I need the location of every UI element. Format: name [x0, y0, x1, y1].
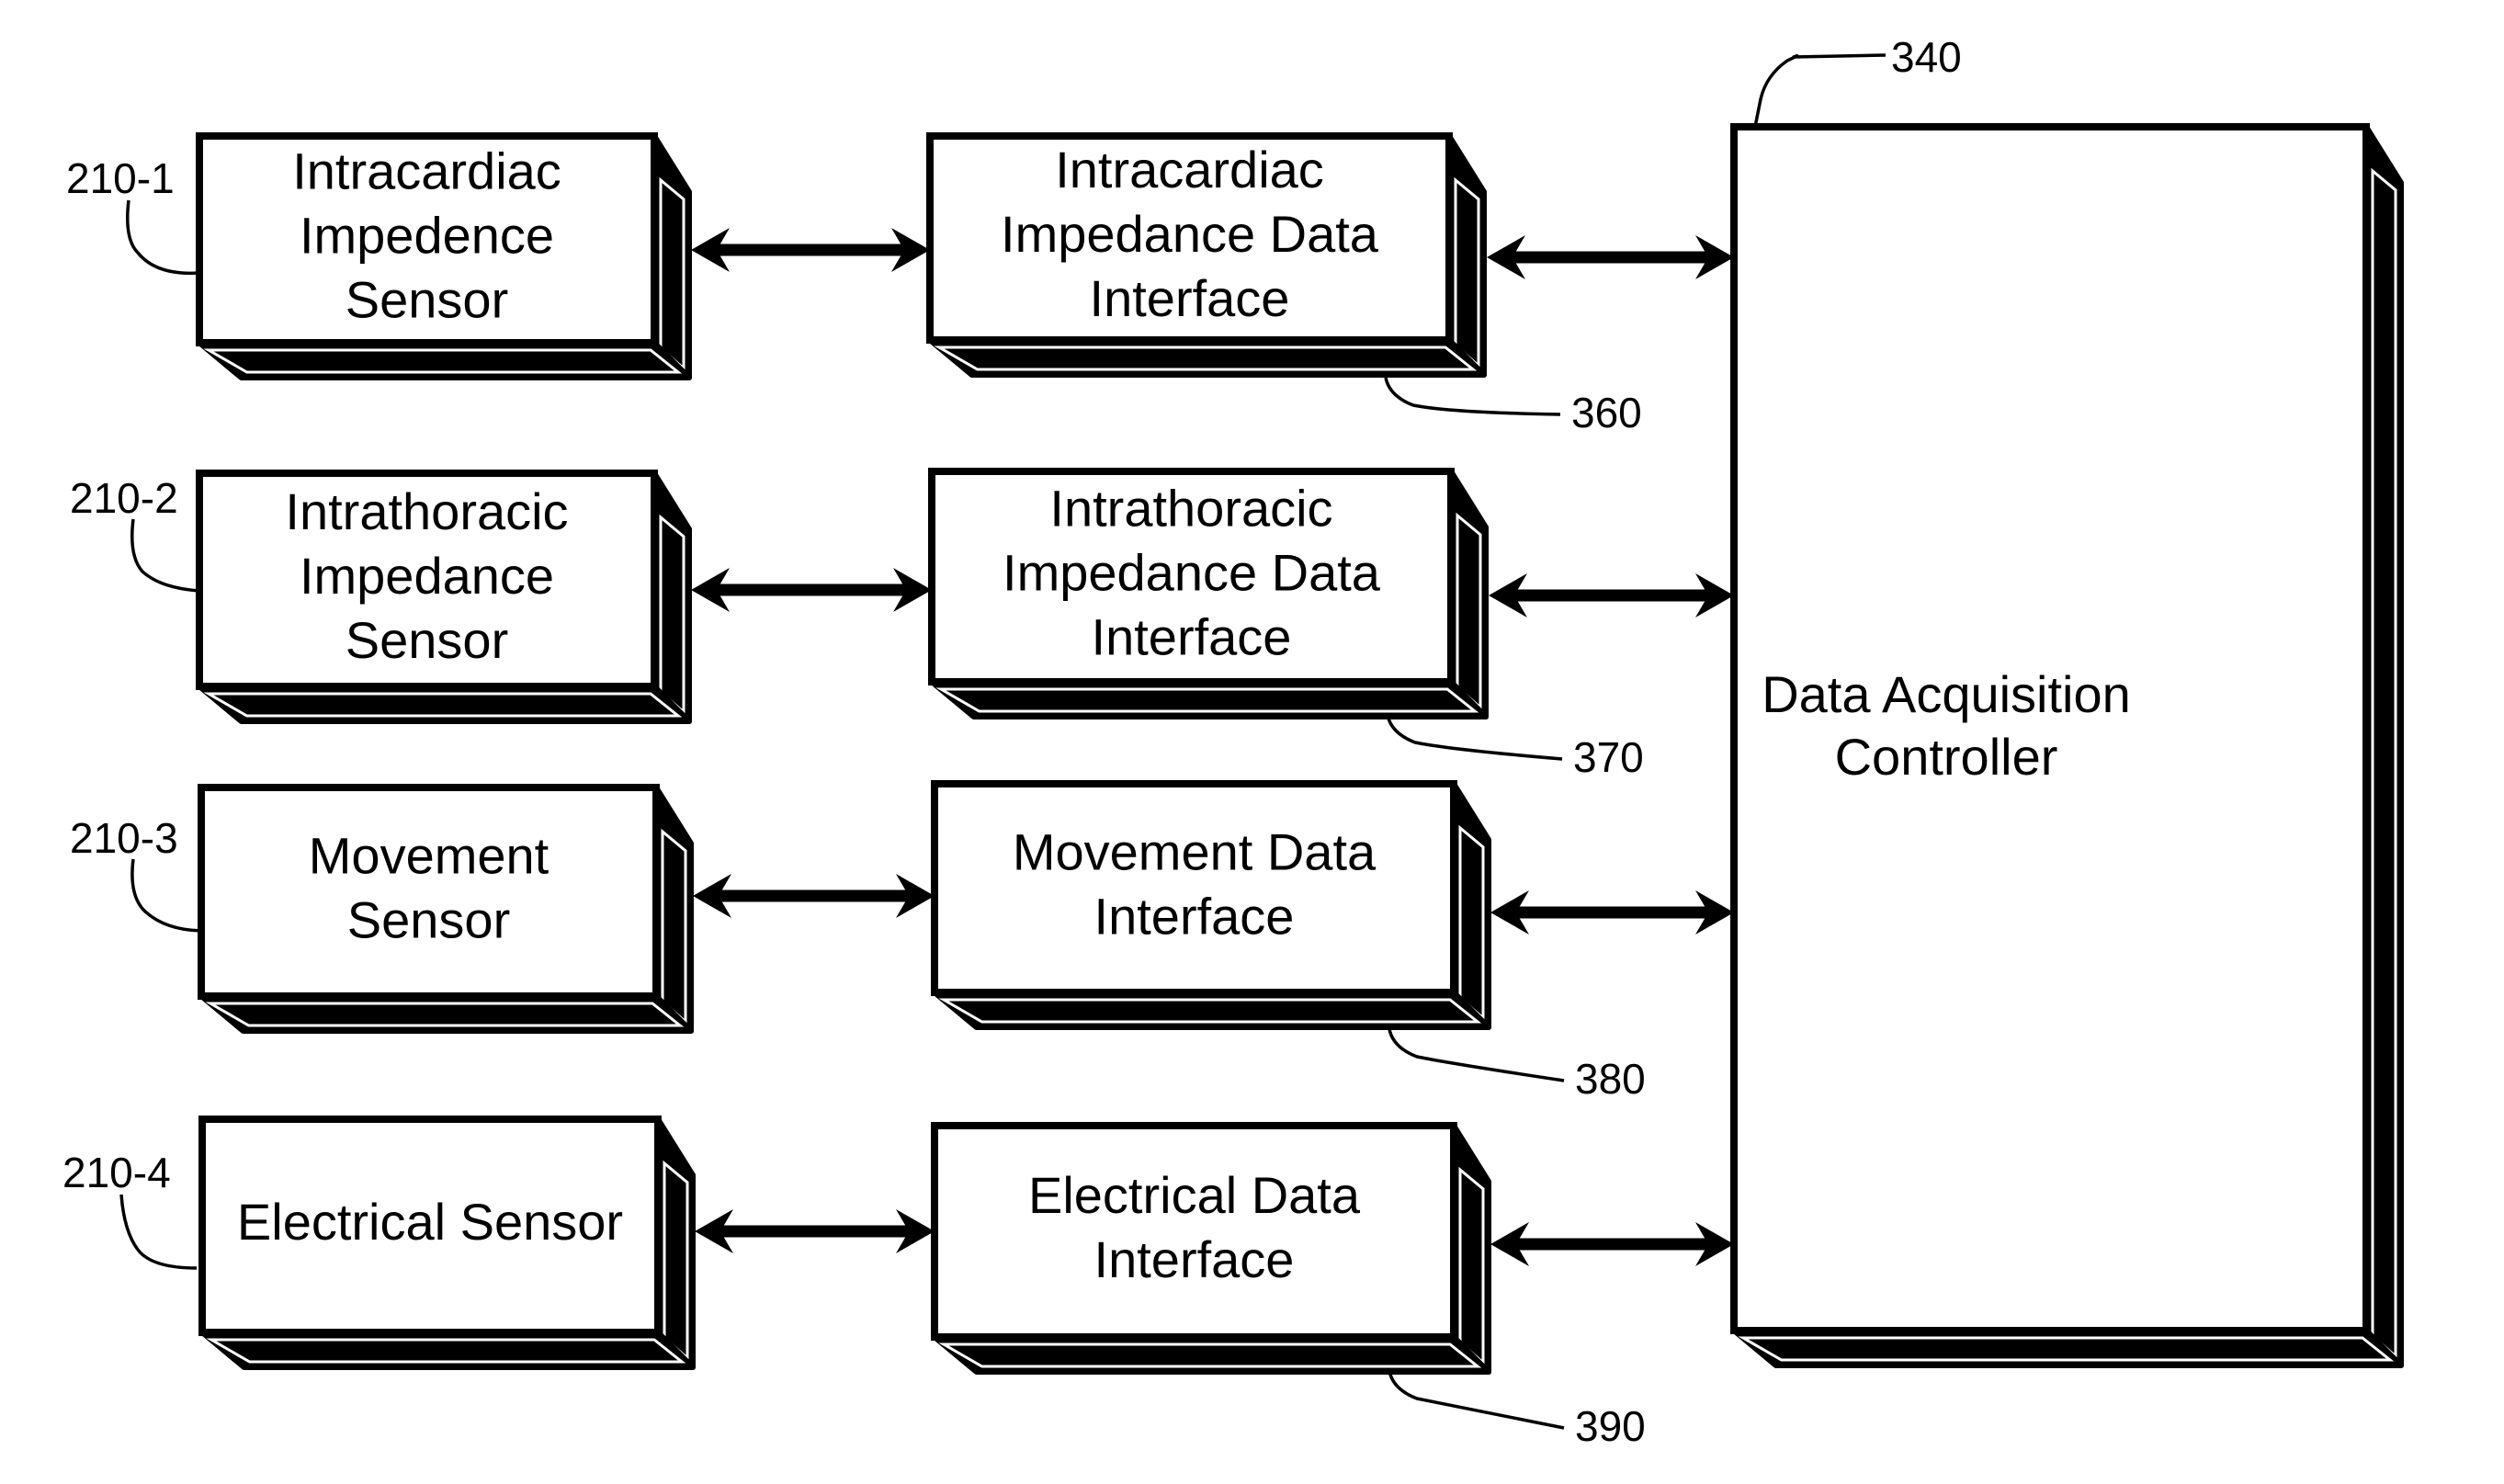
arrow-sensor3-interface380	[693, 874, 935, 918]
interface-box-380: Movement Data Interface	[931, 780, 1491, 1030]
reference-numeral: 370	[1573, 733, 1644, 781]
interface-box-390: Electrical Data Interface	[931, 1122, 1491, 1375]
reference-numeral: 390	[1575, 1402, 1646, 1450]
sensor-box-210-2: Intrathoracic Impedance Sensor	[196, 470, 692, 724]
reference-numeral: 210-4	[62, 1149, 171, 1196]
box-label-line: Impedance Data	[1001, 205, 1379, 263]
leader-380	[1388, 1028, 1565, 1082]
sensor-box-210-4: Electrical Sensor	[198, 1116, 696, 1370]
box-label-line: Movement Data	[1013, 823, 1377, 881]
box-label-line: Data Acquisition	[1762, 665, 2131, 723]
box-label-line: Impedance Data	[1003, 544, 1381, 602]
box-label-line: Intracardiac	[1055, 141, 1324, 198]
arrow-interface380-controller	[1490, 890, 1734, 935]
box-label-line: Interface	[1092, 608, 1292, 666]
leader-390	[1388, 1370, 1565, 1430]
leader-360	[1384, 377, 1561, 416]
reference-numeral: 340	[1891, 33, 1962, 81]
box-label-line: Impedence	[300, 207, 554, 265]
sensor-box-210-3: Movement Sensor	[198, 784, 694, 1034]
leader-210-4	[119, 1194, 198, 1270]
box-label-line: Movement	[309, 827, 550, 885]
reference-numeral: 380	[1575, 1055, 1646, 1103]
box-label-line: Intracardiac	[292, 142, 561, 200]
reference-numeral: 360	[1571, 389, 1642, 436]
arrow-sensor1-interface360	[691, 228, 930, 272]
reference-numeral: 210-3	[70, 814, 178, 862]
interface-box-370: Intrathoracic Impedance Data Interface	[928, 468, 1489, 719]
box-label-line: Electrical Sensor	[237, 1193, 623, 1251]
interface-box-360: Intracardiac Impedance Data Interface	[926, 132, 1487, 378]
reference-numeral: 210-1	[66, 154, 175, 202]
block-diagram: IntracardiacImpedenceSensorIntrathoracic…	[62, 33, 2404, 1450]
box-label-line: Intrathoracic	[285, 482, 568, 540]
leader-210-3	[130, 858, 202, 933]
box-label-line: Impedance	[300, 547, 554, 605]
box-label-line: Interface	[1090, 269, 1290, 327]
box-label-line: Electrical Data	[1028, 1166, 1361, 1224]
box-label-line: Interface	[1094, 888, 1295, 946]
arrow-interface390-controller	[1490, 1222, 1734, 1266]
reference-numeral: 210-2	[70, 474, 178, 522]
arrow-sensor2-interface370	[691, 568, 932, 612]
arrow-interface360-controller	[1487, 235, 1734, 279]
box-label-line: Sensor	[346, 271, 508, 329]
arrow-interface370-controller	[1489, 573, 1734, 617]
box-label-line: Interface	[1094, 1230, 1295, 1288]
box-label-line: Intrathoracic	[1049, 480, 1332, 538]
box-label-line: Controller	[1835, 728, 2058, 786]
leader-340	[1753, 53, 1886, 128]
sensor-box-210-1: Intracardiac Impedence Sensor	[196, 132, 692, 380]
box-label-line: Sensor	[347, 891, 510, 949]
arrow-sensor4-interface390	[695, 1209, 935, 1253]
leader-370	[1386, 714, 1563, 761]
leader-210-2	[130, 518, 200, 593]
controller-box-340: Data AcquisitionController	[1730, 123, 2404, 1368]
box-label-line: Sensor	[346, 611, 508, 669]
leader-210-1	[126, 199, 200, 276]
